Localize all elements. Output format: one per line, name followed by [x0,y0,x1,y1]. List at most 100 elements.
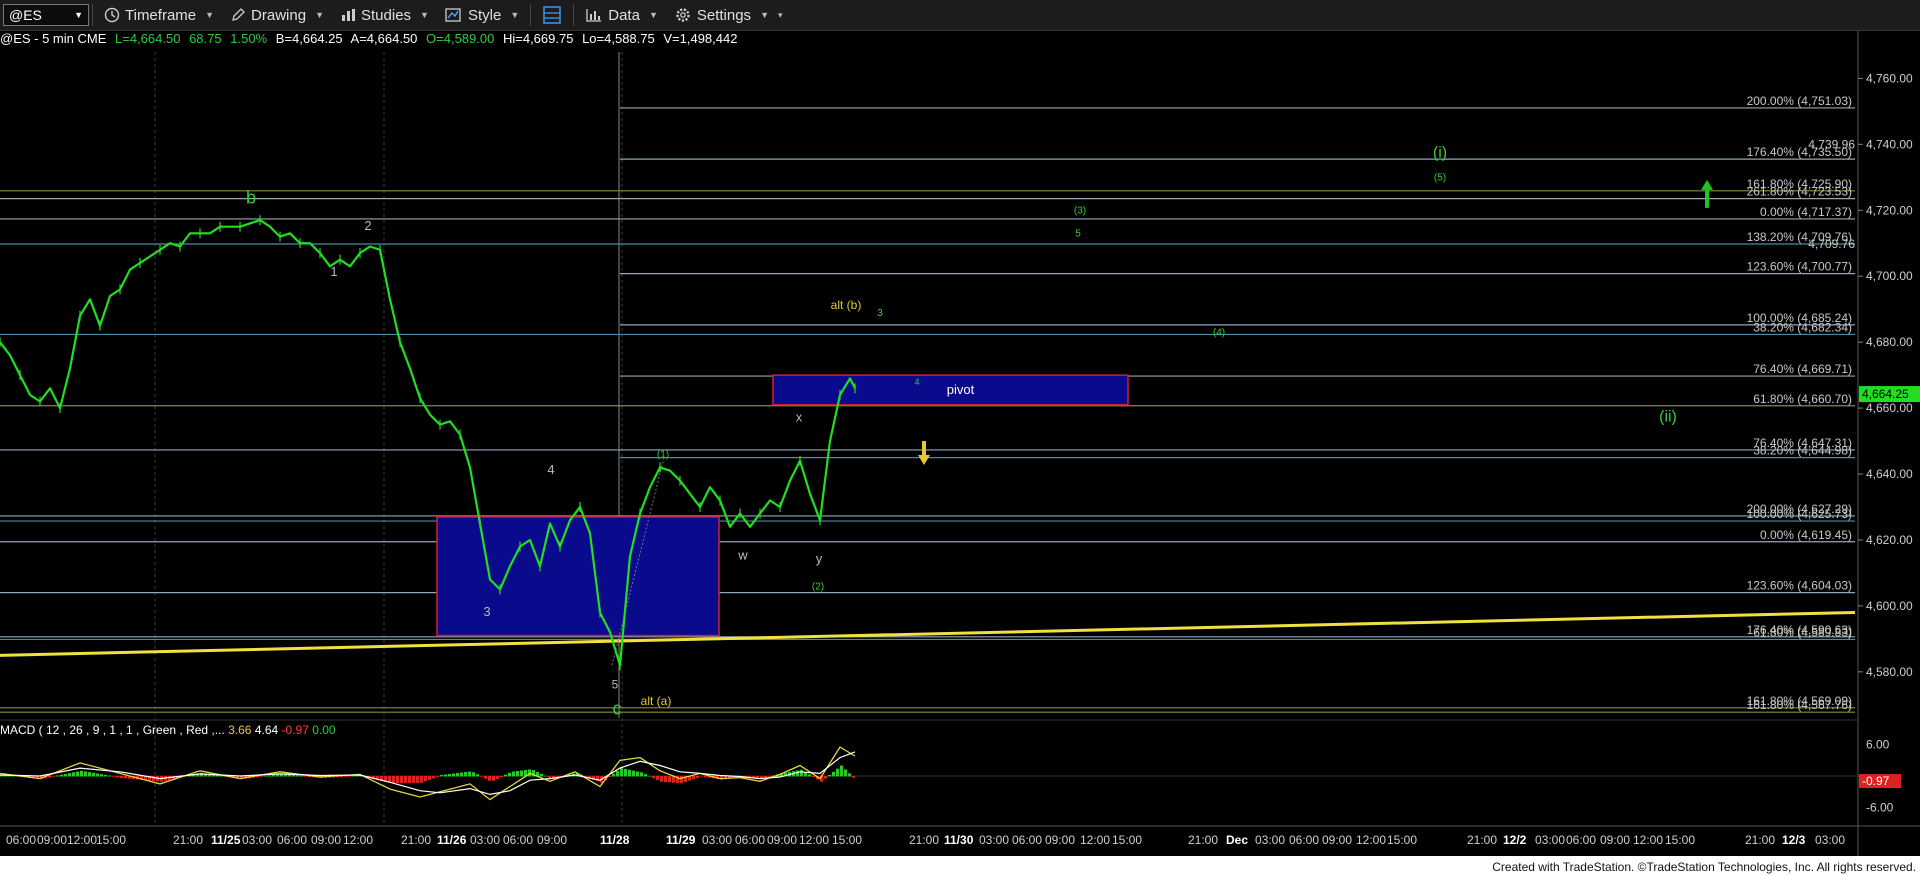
y-tick-label: 4,680.00 [1866,335,1913,349]
last-price-label: 4,664.25 [1862,387,1909,401]
timeframe-label: Timeframe [125,6,197,24]
macd-histogram-bar [464,772,467,777]
y-tick-label: 4,620.00 [1866,533,1913,547]
data-button[interactable]: Data ▼ [577,2,666,28]
macd-histogram-bar [504,774,507,777]
macd-histogram-bar [292,775,295,777]
macd-histogram-bar [92,772,95,777]
macd-histogram-bar [416,776,419,783]
macd-histogram-bar [508,772,511,777]
symbol-selector[interactable]: @ES ▼ [3,4,89,26]
layout-button[interactable] [534,2,570,28]
macd-axis-label: -6.00 [1866,801,1894,815]
macd-histogram-bar [632,770,635,777]
macd-histogram-bar [612,773,615,777]
percent-change: 1.50% [230,31,268,46]
macd-histogram-bar [704,776,707,778]
x-tick-label: 03:00 [1255,833,1285,847]
toolbar-divider [92,4,93,26]
x-tick-label: 12/3 [1782,833,1806,847]
wave-label: (3) [1074,206,1086,217]
caret-down-icon: ▼ [420,10,429,20]
wave-label: (1) [657,450,669,461]
macd-histogram-bar [476,774,479,777]
wave-label: 4 [914,377,919,387]
macd-histogram-bar [520,770,523,777]
macd-histogram-bar [440,774,443,777]
macd-histogram-bar [700,776,703,777]
macd-histogram-bar [268,775,271,777]
macd-histogram-bar [424,776,427,782]
macd-histogram-bar [852,776,855,778]
macd-histogram-bar [72,772,75,777]
macd-histogram-bar [272,774,275,777]
x-tick-label: 09:00 [311,833,341,847]
macd-histogram-bar [352,775,355,777]
macd-histogram-bar [412,776,415,783]
chart-background [0,0,1920,876]
fib-label: 38.20% (4,682.34) [1753,320,1852,334]
macd-histogram-bar [832,771,835,777]
timeframe-button[interactable]: Timeframe ▼ [96,2,222,28]
drawing-label: Drawing [251,6,307,24]
credit-text: Created with TradeStation. ©TradeStation… [1492,860,1916,874]
x-tick-label: 09:00 [37,833,67,847]
price-chart[interactable]: 200.00% (4,751.03)176.40% (4,735.50)161.… [0,0,1920,876]
fib-label: 261.80% (4,723.53) [1747,185,1852,199]
fib-label: 0.00% (4,619.45) [1760,528,1852,542]
pencil-icon [232,8,245,21]
macd-histogram-bar [656,776,659,780]
y-tick-label: 4,760.00 [1866,71,1913,85]
macd-histogram-bar [848,773,851,777]
style-button[interactable]: Style ▼ [437,2,527,28]
macd-value-3: -0.97 [281,723,309,737]
macd-histogram-bar [84,771,87,777]
bid-price: B=4,664.25 [275,31,343,46]
studies-icon [342,9,355,21]
x-tick-label: 21:00 [173,833,203,847]
macd-badge-label: -0.97 [1862,774,1890,788]
caret-down-icon: ▼ [510,10,520,20]
macd-histogram-bar [408,776,411,784]
macd-histogram-bar [836,768,839,777]
open-price: O=4,589.00 [426,31,495,46]
settings-button[interactable]: Settings ▼ ▾ [666,2,791,28]
x-tick-label: 15:00 [1665,833,1695,847]
x-tick-label: 09:00 [1600,833,1630,847]
y-tick-label: 4,720.00 [1866,203,1913,217]
x-tick-label: 03:00 [470,833,500,847]
macd-histogram-bar [664,776,667,783]
fib-label: 123.60% (4,604.03) [1747,579,1852,593]
x-tick-label: 21:00 [1188,833,1218,847]
x-tick-label: 06:00 [503,833,533,847]
macd-histogram-bar [96,773,99,777]
price-note: 4,739.96 [1808,137,1855,151]
macd-histogram-bar [620,768,623,777]
studies-button[interactable]: Studies ▼ [332,2,437,28]
x-tick-label: 15:00 [96,833,126,847]
x-tick-label: 06:00 [1566,833,1596,847]
x-tick-label: 21:00 [1467,833,1497,847]
wave-label: 4 [547,462,554,477]
macd-histogram-bar [100,774,103,777]
chevron-down-icon: ▼ [74,10,83,20]
macd-legend: MACD ( 12 , 26 , 9 , 1 , 1 , Green , Red… [0,723,336,737]
macd-histogram-bar [796,770,799,777]
macd-histogram-bar [680,776,683,784]
x-tick-label: 06:00 [1289,833,1319,847]
low-price: Lo=4,588.75 [582,31,655,46]
y-tick-label: 4,740.00 [1866,137,1913,151]
time-axis[interactable]: 06:00 09:00 12:0015:00 21:00 11/25 03:00 06:00… [6,833,1845,847]
macd-histogram-bar [420,776,423,783]
drawing-button[interactable]: Drawing ▼ [222,2,332,28]
fib-label: 76.40% (4,669.71) [1753,362,1852,376]
macd-histogram-bar [120,776,123,779]
caret-down-icon: ▼ [648,10,658,20]
wave-label: alt (a) [641,694,672,708]
wave-label: b [246,188,256,208]
macd-histogram-bar [636,771,639,777]
fib-label: 38.20% (4,644.98) [1753,444,1852,458]
macd-histogram-bar [104,774,107,777]
toolbar-divider [530,4,532,26]
macd-histogram-bar [824,776,827,779]
